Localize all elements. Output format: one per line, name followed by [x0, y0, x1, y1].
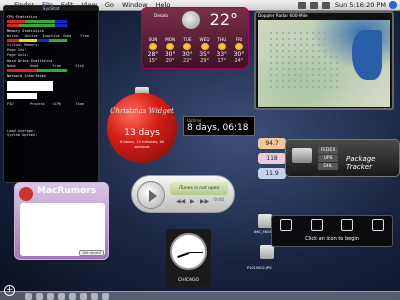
sun-icon	[217, 43, 226, 50]
lake-michigan	[352, 30, 382, 80]
get-recent-button[interactable]: Get recent	[79, 250, 104, 256]
dock	[0, 291, 400, 300]
clock-city: CHICAGO	[177, 278, 200, 283]
hour-hand	[176, 251, 189, 258]
dock-icon[interactable]	[36, 292, 43, 300]
menubar-clock[interactable]: Sun 5:16:20 PM	[332, 1, 389, 9]
itunes-display: iTunes is not open	[170, 182, 228, 195]
next-track-icon[interactable]: ▶▶	[200, 198, 209, 205]
radar-title: Doppler Radar 600-Mile	[258, 13, 308, 18]
clock-face	[170, 233, 207, 270]
carrier-fedex[interactable]: FEDEX	[318, 147, 338, 154]
action-icon-row	[280, 219, 384, 231]
carrier-dhl[interactable]: DHL	[318, 163, 338, 170]
cpu-bar-2	[7, 24, 67, 28]
action-hint: Click an icon to begin	[305, 236, 359, 242]
minute-hand	[188, 251, 203, 253]
stock-tile[interactable]: 118	[258, 153, 286, 164]
status-area: Sun 5:16:20 PM	[296, 1, 400, 9]
action-panel-widget[interactable]: Click an icon to begin	[271, 215, 393, 247]
spotlight-icon[interactable]	[389, 1, 397, 9]
sun-icon	[234, 43, 243, 50]
truck-icon	[292, 148, 312, 163]
desktop-file-label: IMG_5654	[254, 230, 272, 234]
radar-map	[258, 20, 390, 107]
redacted-network-info	[7, 80, 53, 91]
christmas-detail: 6 hours, 13 minutes, 40 seconds	[119, 140, 165, 149]
world-clock-widget[interactable]: CHICAGO	[166, 229, 211, 287]
forecast-day: FRI 30° 24°	[233, 37, 245, 64]
sysstat-widget[interactable]: SysStat CPU Statistics Memory Statistics…	[3, 5, 99, 183]
forecast-day: WED 35° 29°	[199, 37, 210, 64]
moon-icon	[182, 11, 200, 29]
ornament-ball: Christmas Widget 13 days 6 hours, 13 min…	[107, 93, 177, 163]
doppler-radar-widget[interactable]: Doppler Radar 600-Mile	[254, 11, 394, 110]
network-header: Network Interfaces	[7, 74, 46, 79]
stock-tile[interactable]: 11.9	[258, 168, 286, 179]
dock-icon[interactable]	[80, 292, 87, 300]
uptime-value: 8 days, 06:18	[187, 123, 249, 133]
play-button[interactable]	[137, 181, 165, 209]
weather-widget[interactable]: Dekalb 22° SUN 28° 15° MON 30° 20° TUE 30° 22°…	[141, 7, 249, 69]
system-uptime-label: System Uptime:	[7, 133, 38, 138]
christmas-title: Christmas Widget	[110, 107, 174, 115]
add-widget-button[interactable]: +	[4, 285, 15, 296]
macrumors-widget[interactable]: MacRumors Get recent	[14, 182, 109, 260]
settings-icon[interactable]	[371, 219, 384, 231]
sun-icon	[183, 43, 192, 50]
battery-icon[interactable]	[321, 1, 330, 9]
macrumors-title: MacRumors	[37, 186, 97, 196]
sysstat-title: SysStat	[42, 7, 60, 12]
volume-icon[interactable]	[309, 1, 318, 9]
desktop-file-icon[interactable]	[258, 214, 272, 228]
radar-overlay	[268, 30, 338, 90]
weather-temp: 22°	[209, 10, 238, 29]
dock-icon[interactable]	[25, 292, 32, 300]
sun-icon	[149, 43, 157, 50]
itunes-time: 0:00	[214, 198, 225, 203]
uptime-widget[interactable]: Uptime 8 days, 06:18	[183, 116, 255, 136]
cpu-header: CPU Statistics	[7, 14, 38, 19]
play-pause-icon[interactable]: ▶	[190, 198, 195, 205]
film-icon[interactable]	[310, 219, 323, 231]
sun-icon	[166, 43, 175, 50]
process-list	[7, 107, 95, 129]
macrumors-logo	[19, 187, 33, 201]
carrier-list: FEDEX UPS DHL	[318, 147, 338, 171]
forecast-day: MON 30° 20°	[164, 37, 176, 64]
disk-columns: Name Used Free Size	[7, 63, 84, 68]
stock-tile[interactable]: 94.7	[258, 138, 286, 149]
redacted-network-info-2	[7, 92, 37, 99]
desktop-file-label: P1010002.JPG	[247, 266, 272, 270]
memory-bar	[7, 39, 67, 43]
page-outs-label: Page Outs:	[7, 52, 29, 57]
menu-go[interactable]: Go	[101, 0, 118, 11]
sun-icon	[200, 43, 209, 50]
christmas-days: 13 days	[124, 128, 160, 138]
package-tracker-widget[interactable]: FEDEX UPS DHL Package Tracker	[285, 139, 400, 177]
itunes-widget[interactable]: iTunes is not open ◀◀ ▶ ▶▶ 0:00	[131, 175, 235, 213]
wifi-icon[interactable]	[297, 1, 306, 9]
monitor-icon[interactable]	[280, 219, 292, 231]
dock-icon[interactable]	[91, 292, 98, 300]
dock-icon[interactable]	[47, 292, 54, 300]
desktop-file-icon[interactable]	[260, 245, 274, 259]
forecast-row: SUN 28° 15° MON 30° 20° TUE 30° 22° WED 35° 29° …	[146, 37, 246, 64]
forecast-day: TUE 30° 22°	[182, 37, 193, 64]
christmas-countdown-widget[interactable]: Christmas Widget 13 days 6 hours, 13 min…	[107, 87, 177, 165]
macrumors-content	[20, 203, 105, 256]
previous-track-icon[interactable]: ◀◀	[176, 198, 185, 205]
tracker-title: Package Tracker	[346, 155, 376, 171]
disk-bar	[7, 69, 67, 73]
memory-columns: Wired Active Inactive Used Free	[7, 33, 89, 38]
carrier-ups[interactable]: UPS	[318, 155, 338, 162]
dock-icon[interactable]	[58, 292, 65, 300]
camera-icon[interactable]	[341, 219, 354, 231]
cpu-bar	[7, 20, 67, 24]
forecast-day: SUN 28° 15°	[147, 37, 159, 64]
dock-icon[interactable]	[69, 292, 76, 300]
dock-icon[interactable]	[102, 292, 109, 300]
forecast-day: THU 33° 17°	[216, 37, 228, 64]
weather-city: Dekalb	[154, 13, 168, 18]
